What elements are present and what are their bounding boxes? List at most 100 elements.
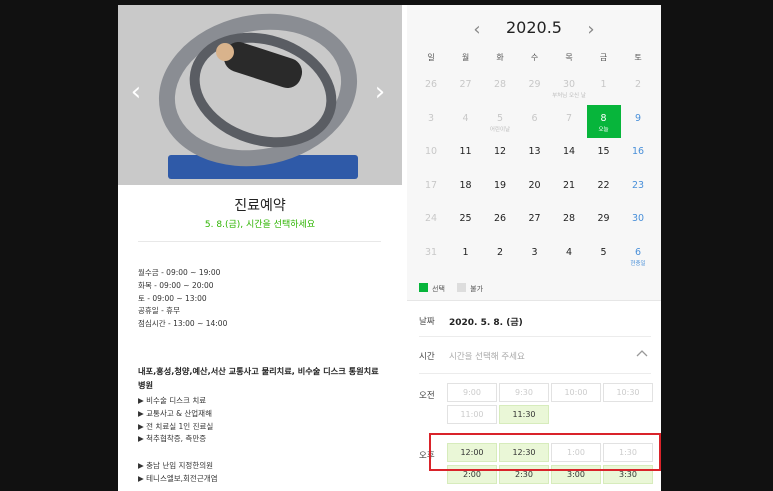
hero-image: ‹ › xyxy=(118,5,402,185)
calendar-day: 29 xyxy=(518,71,552,104)
calendar-day-number: 26 xyxy=(424,79,438,90)
calendar: ‹ 2020.5 › 일월화수목금토 26 27 28 29 30 부처님 오신 날123… xyxy=(407,5,661,301)
calendar-day: 30 부처님 오신 날 xyxy=(552,71,586,104)
chevron-left-icon[interactable]: ‹ xyxy=(126,77,146,107)
calendar-day[interactable]: 13 xyxy=(518,138,552,171)
feature-item: ▶ 비수술 디스크 치료 xyxy=(138,396,207,405)
calendar-legend: 선택 불가 xyxy=(419,283,483,294)
calendar-day-number: 14 xyxy=(562,146,576,157)
calendar-day[interactable]: 16 xyxy=(621,138,655,171)
time-slot-button: 11:00 xyxy=(447,405,497,424)
chevron-up-icon[interactable] xyxy=(635,346,649,360)
selected-date: 2020. 5. 8. (금) xyxy=(449,318,523,328)
calendar-day: 31 xyxy=(414,239,448,272)
feature-list: ▶ 비수술 디스크 치료 ▶ 교통사고 & 산업재해 ▶ 전 치료실 1인 진료… xyxy=(138,395,213,446)
calendar-day-note: 오늘 xyxy=(598,126,609,133)
calendar-day-number: 16 xyxy=(631,146,645,157)
time-placeholder[interactable]: 시간을 선택해 주세요 xyxy=(449,350,525,362)
calendar-day[interactable]: 19 xyxy=(483,172,517,205)
business-hours: 월수금 - 09:00 ~ 19:00 화목 - 09:00 ~ 20:00 토… xyxy=(138,267,227,331)
calendar-day[interactable]: 23 xyxy=(621,172,655,205)
hours-line: 월수금 - 09:00 ~ 19:00 xyxy=(138,268,221,277)
weekday-5: 금 xyxy=(599,53,608,62)
calendar-day: 3 xyxy=(414,105,448,138)
calendar-day[interactable]: 20 xyxy=(518,172,552,205)
calendar-day-number: 8 xyxy=(600,112,607,124)
calendar-day-number: 24 xyxy=(424,213,438,224)
calendar-day-number: 28 xyxy=(493,79,507,90)
calendar-day-note: 부처님 오신 날 xyxy=(552,93,586,99)
calendar-day-number: 25 xyxy=(459,213,472,224)
calendar-day: 6 xyxy=(518,105,552,138)
feature-item: ▶ 충남 난임 지정한의원 xyxy=(138,461,214,470)
feature-list-secondary: ▶ 충남 난임 지정한의원 ▶ 테니스엘보,회전근개염 xyxy=(138,460,218,486)
feature-item: ▶ 테니스엘보,회전근개염 xyxy=(138,473,218,483)
calendar-day[interactable]: 5 xyxy=(587,239,621,272)
chevron-right-icon[interactable]: › xyxy=(370,77,390,107)
calendar-day[interactable]: 28 xyxy=(552,205,586,238)
booking-subtitle: 5. 8.(금), 시간을 선택하세요 xyxy=(204,220,316,230)
calendar-day-number: 15 xyxy=(597,146,610,157)
calendar-day: 28 xyxy=(483,71,517,104)
calendar-day[interactable]: 22 xyxy=(587,172,621,205)
calendar-day-number: 13 xyxy=(528,146,541,157)
calendar-day: 24 xyxy=(414,205,448,238)
calendar-day-number: 6 xyxy=(634,246,642,258)
calendar-day-number: 17 xyxy=(424,179,438,191)
calendar-day[interactable]: 6 현충일 xyxy=(621,239,655,272)
calendar-day-number: 1 xyxy=(462,246,469,258)
calendar-day[interactable]: 15 xyxy=(587,138,621,171)
calendar-day-number: 4 xyxy=(565,246,573,258)
calendar-day[interactable]: 3 xyxy=(518,239,552,272)
calendar-day[interactable]: 2 xyxy=(483,239,517,272)
calendar-day[interactable]: 11 xyxy=(449,138,483,171)
weekday-4: 목 xyxy=(565,53,573,62)
calendar-day[interactable]: 30 xyxy=(621,205,655,238)
calendar-day-number: 11 xyxy=(459,146,472,157)
calendar-day: 17 xyxy=(414,172,448,205)
calendar-day[interactable]: 8 오늘 xyxy=(586,104,621,138)
calendar-day-note: 어린이날 xyxy=(489,126,511,133)
calendar-day-number: 5 xyxy=(496,112,504,124)
calendar-day-number: 5 xyxy=(600,246,607,258)
calendar-day: 1 xyxy=(587,71,621,104)
calendar-day[interactable]: 14 xyxy=(552,138,586,171)
calendar-day-number: 26 xyxy=(493,213,507,224)
divider xyxy=(138,241,381,242)
calendar-day: 26 xyxy=(414,71,448,104)
calendar-day-number: 30 xyxy=(631,213,645,224)
annotation-highlight-box xyxy=(429,433,661,471)
calendar-day-number: 27 xyxy=(528,213,541,224)
chevron-right-icon[interactable]: › xyxy=(583,19,599,40)
calendar-day[interactable]: 29 xyxy=(587,205,621,238)
weekday-2: 화 xyxy=(496,53,504,62)
calendar-day[interactable]: 4 xyxy=(552,239,586,272)
booking-page: ‹ › 진료예약 5. 8.(금), 시간을 선택하세요 월수금 - 09:00… xyxy=(118,5,661,491)
calendar-day[interactable]: 18 xyxy=(449,172,483,205)
calendar-day[interactable]: 21 xyxy=(552,172,586,205)
calendar-month-label: 2020.5 xyxy=(506,18,562,37)
time-slot-button: 10:30 xyxy=(603,383,653,402)
calendar-day-number: 23 xyxy=(631,179,645,191)
page-title: 진료예약 xyxy=(234,198,286,214)
calendar-day-number: 28 xyxy=(562,213,576,224)
calendar-day[interactable]: 26 xyxy=(483,205,517,238)
legend-unavailable-label: 불가 xyxy=(470,285,484,293)
hero-person-head xyxy=(216,43,234,61)
calendar-day[interactable]: 1 xyxy=(449,239,483,272)
calendar-day[interactable]: 9 xyxy=(621,105,655,138)
hours-line: 점심시간 - 13:00 ~ 14:00 xyxy=(138,319,228,329)
calendar-day-number: 18 xyxy=(459,179,472,191)
calendar-day[interactable]: 27 xyxy=(518,205,552,238)
time-slot-button[interactable]: 11:30 xyxy=(499,405,549,424)
calendar-day[interactable]: 12 xyxy=(483,138,517,171)
hours-line: 토 - 09:00 ~ 13:00 xyxy=(138,293,207,303)
calendar-day-note: 현충일 xyxy=(630,260,646,267)
feature-item: ▶ 척추협착증, 측만증 xyxy=(138,434,207,444)
hours-line: 공휴일 - 휴무 xyxy=(138,306,180,316)
weekday-6: 토 xyxy=(634,53,642,62)
calendar-day-number: 2 xyxy=(496,246,504,258)
calendar-day[interactable]: 25 xyxy=(449,205,483,238)
calendar-day-number: 3 xyxy=(427,112,435,124)
divider xyxy=(419,336,651,337)
